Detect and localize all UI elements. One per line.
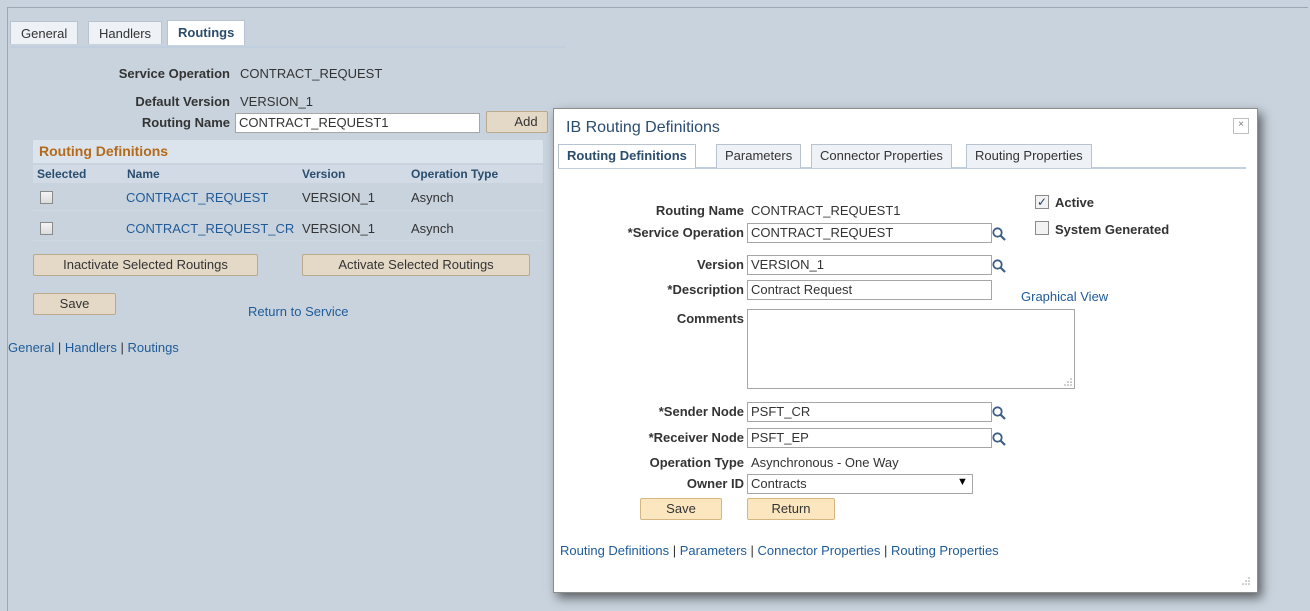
row-operation-type: Asynch (411, 221, 454, 236)
header-selected: Selected (37, 167, 87, 181)
search-icon[interactable] (991, 226, 1007, 242)
link-handlers[interactable]: Handlers (65, 340, 117, 355)
tab-routings[interactable]: Routings (167, 20, 246, 45)
inactivate-selected-button[interactable]: Inactivate Selected Routings (33, 254, 258, 276)
grid-title: Routing Definitions (33, 140, 543, 163)
return-to-service-link[interactable]: Return to Service (248, 304, 348, 319)
receiver-node-input[interactable]: PSFT_EP (747, 428, 992, 448)
tab-handlers[interactable]: Handlers (88, 21, 163, 44)
link-routings[interactable]: Routings (128, 340, 179, 355)
row-version: VERSION_1 (302, 190, 375, 205)
add-button[interactable]: Add (486, 111, 548, 133)
routing-name-input[interactable]: CONTRACT_REQUEST1 (235, 113, 480, 133)
routing-name-label: Routing Name (141, 115, 230, 130)
receiver-node-label: *Receiver Node (648, 430, 744, 445)
row-name-link[interactable]: CONTRACT_REQUEST_CR (126, 221, 294, 236)
activate-selected-button[interactable]: Activate Selected Routings (302, 254, 530, 276)
service-operation-label: *Service Operation (627, 225, 744, 240)
default-version-value: VERSION_1 (240, 94, 313, 109)
modal-bottom-links: Routing Definitions | Parameters | Conne… (560, 543, 999, 558)
active-label: Active (1055, 195, 1095, 210)
modal-title: IB Routing Definitions (566, 119, 720, 136)
header-name: Name (127, 167, 160, 181)
link-routing-properties[interactable]: Routing Properties (891, 543, 999, 558)
version-input[interactable]: VERSION_1 (747, 255, 992, 275)
search-icon[interactable] (991, 405, 1007, 421)
table-row (33, 184, 543, 211)
routing-name-label: Routing Name (655, 203, 744, 218)
operation-type-label: Operation Type (649, 455, 744, 470)
sender-node-label: *Sender Node (658, 404, 744, 419)
system-generated-label: System Generated (1055, 222, 1170, 237)
description-label: *Description (667, 282, 744, 297)
row-select-checkbox[interactable] (40, 191, 53, 204)
service-operation-value: CONTRACT_REQUEST (240, 66, 383, 81)
chevron-down-icon[interactable]: ▼ (957, 476, 968, 488)
header-version: Version (302, 167, 346, 181)
modal-return-button[interactable]: Return (747, 498, 835, 520)
modal-save-button[interactable]: Save (640, 498, 722, 520)
bottom-page-links: General | Handlers | Routings (8, 340, 179, 355)
row-operation-type: Asynch (411, 190, 454, 205)
resize-grip-icon[interactable] (1064, 378, 1072, 386)
row-select-checkbox[interactable] (40, 222, 53, 235)
comments-textarea[interactable] (747, 309, 1075, 389)
modal-tab-parameters[interactable]: Parameters (716, 144, 802, 168)
row-version: VERSION_1 (302, 221, 375, 236)
modal-tab-routing-properties[interactable]: Routing Properties (966, 144, 1092, 168)
sender-node-input[interactable]: PSFT_CR (747, 402, 992, 422)
version-label: Version (697, 257, 744, 272)
comments-label: Comments (676, 311, 744, 326)
link-general[interactable]: General (8, 340, 54, 355)
service-operation-label: Service Operation (118, 66, 230, 81)
modal-tab-routing-definitions[interactable]: Routing Definitions (558, 144, 696, 168)
tab-general[interactable]: General (10, 21, 79, 44)
search-icon[interactable] (991, 258, 1007, 274)
save-button[interactable]: Save (33, 293, 116, 315)
operation-type-value: Asynchronous - One Way (751, 455, 899, 470)
link-connector-properties[interactable]: Connector Properties (758, 543, 881, 558)
active-checkbox[interactable]: ✓ (1035, 195, 1049, 209)
system-generated-checkbox[interactable] (1035, 221, 1049, 235)
service-operation-input[interactable]: CONTRACT_REQUEST (747, 223, 992, 243)
search-icon[interactable] (991, 431, 1007, 447)
owner-id-select[interactable]: Contracts (747, 474, 973, 494)
header-operation-type: Operation Type (411, 167, 499, 181)
default-version-label: Default Version (135, 94, 230, 109)
link-parameters[interactable]: Parameters (680, 543, 747, 558)
graphical-view-link[interactable]: Graphical View (1021, 289, 1108, 304)
modal-tab-connector-properties[interactable]: Connector Properties (811, 144, 952, 168)
routing-name-value: CONTRACT_REQUEST1 (751, 203, 901, 218)
link-routing-definitions[interactable]: Routing Definitions (560, 543, 669, 558)
row-name-link[interactable]: CONTRACT_REQUEST (126, 190, 268, 205)
owner-id-label: Owner ID (686, 476, 744, 491)
routing-definitions-modal: IB Routing Definitions × Routing Definit… (553, 108, 1258, 593)
resize-grip-icon[interactable] (1242, 577, 1250, 585)
close-icon[interactable]: × (1233, 118, 1249, 134)
description-input[interactable]: Contract Request (747, 280, 992, 300)
